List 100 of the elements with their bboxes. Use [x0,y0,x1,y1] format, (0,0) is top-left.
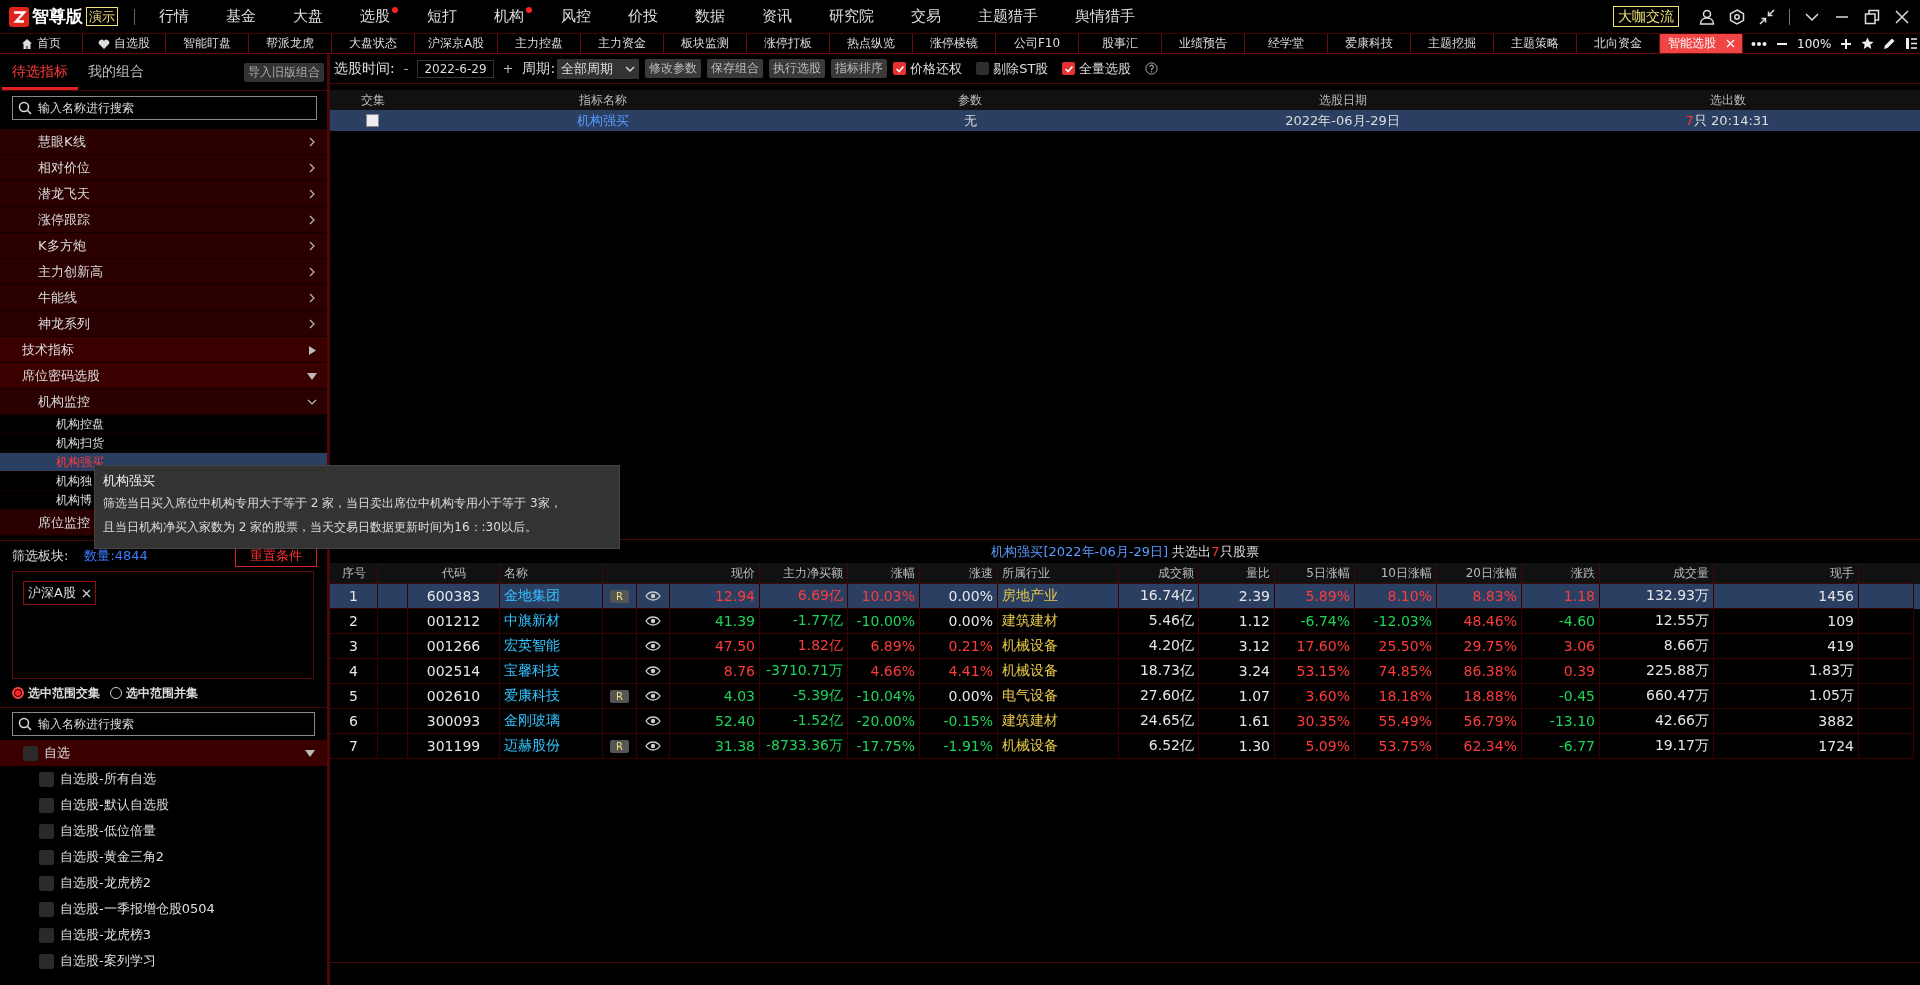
increment-button[interactable]: + [499,61,517,76]
indicator-name[interactable]: 机构强买 [576,111,629,130]
close-icon[interactable] [81,588,91,598]
checkbox[interactable] [39,771,54,787]
tab[interactable]: 主题挖掘 [1411,34,1494,53]
import-button[interactable]: 导入旧版组合 [244,62,324,82]
stock-name[interactable]: 金刚玻璃 [504,712,560,730]
checkbox[interactable] [893,62,907,75]
tree-item[interactable]: 自选股-龙虎榜3 [0,922,327,948]
stock-name[interactable]: 宏英智能 [504,637,560,655]
table-row[interactable]: 机构强买 无 2022年-06月-29日 7只 20:14:31 [330,110,1920,131]
menu-item[interactable]: 主题猎手 [968,7,1048,26]
stock-name[interactable]: 金地集团 [504,587,560,605]
tree-item[interactable]: 自选股-所有自选 [0,766,327,792]
tab[interactable]: 主题策略 [1494,34,1577,53]
tree-item[interactable]: 自选股-黄金三角2 [0,844,327,870]
menu-item[interactable]: 机构 [484,7,534,26]
shrink-icon[interactable] [1759,8,1775,25]
toolbar-button[interactable]: 修改参数 [645,59,702,78]
tab[interactable]: 首页 [0,34,83,53]
panel-tab[interactable]: 我的组合 [78,56,154,90]
tab[interactable]: 爱康科技 [1328,34,1411,53]
star-icon[interactable] [1861,37,1875,50]
table-row[interactable]: 3 001266 宏英智能 47.50 1.82亿 6.89% 0.21% 机械设备 4.20亿 3.12 17.60% 25.50% 29.75% 3.06 8.66万 419 [330,634,1920,659]
toolbar-button[interactable]: 保存组合 [707,59,764,78]
tree-item[interactable]: K多方炮 [0,233,327,259]
radio-option[interactable]: 选中范围交集 [12,684,100,702]
eye-icon[interactable] [645,741,661,751]
tab[interactable]: 沪深京A股 [415,34,498,53]
search-field[interactable]: 输入名称进行搜索 [12,96,317,120]
community-button[interactable]: 大咖交流 [1613,6,1679,27]
tab[interactable]: 自选股 [83,34,166,53]
tag[interactable]: 沪深A股 [23,581,96,605]
checkbox[interactable] [39,797,54,813]
tree-item[interactable]: 机构扫货 [0,434,327,453]
menu-item[interactable]: 短打 [417,7,467,26]
tab[interactable]: 智能选股 [1660,34,1743,53]
tab[interactable]: 热点纵览 [830,34,913,53]
eye-icon[interactable] [645,691,661,701]
tab[interactable]: 板块监测 [664,34,747,53]
tab[interactable]: 涨停棱镜 [913,34,996,53]
menu-item[interactable]: 价投 [618,7,668,26]
tree-item[interactable]: 自选股-一季报增仓股0504 [0,896,327,922]
tree-item[interactable]: 机构控盘 [0,415,327,434]
checkbox[interactable] [366,114,379,127]
period-dropdown[interactable]: 全部周期 [557,58,640,79]
tree-item[interactable]: 慧眼K线 [0,129,327,155]
pencil-icon[interactable] [1883,37,1897,50]
eye-icon[interactable] [645,591,661,601]
restore-icon[interactable] [1864,8,1880,25]
help-icon[interactable] [1145,62,1159,75]
radio-option[interactable]: 选中范围并集 [110,684,198,702]
menu-item[interactable]: 基金 [216,7,266,26]
tree-item[interactable]: 席位密码选股 [0,363,327,389]
tree-item[interactable]: 自选股-低位倍量 [0,818,327,844]
zoom-in-icon[interactable] [1840,37,1853,50]
checkbox[interactable] [976,62,990,75]
tab[interactable]: 主力控盘 [498,34,581,53]
stock-name[interactable]: 迈赫股份 [504,737,560,755]
checkbox[interactable] [1062,62,1076,75]
close-icon[interactable] [1894,8,1910,25]
tree-item[interactable]: 自选股-龙虎榜2 [0,870,327,896]
tree-item[interactable]: 自选股-默认自选股 [0,792,327,818]
stock-name[interactable]: 爱康科技 [504,687,560,705]
tab[interactable]: 经学堂 [1245,34,1328,53]
hexagon-icon[interactable] [1729,8,1745,25]
tab[interactable]: 帮派龙虎 [249,34,332,53]
eye-icon[interactable] [645,716,661,726]
checkbox[interactable] [39,953,54,969]
tree-item[interactable]: 自选股-案列学习 [0,948,327,974]
checkbox[interactable] [39,875,54,891]
tree-item[interactable]: 潜龙飞天 [0,181,327,207]
tree-item[interactable]: 技术指标 [0,337,327,363]
menu-item[interactable]: 选股 [350,7,400,26]
checkbox[interactable] [39,849,54,865]
tab[interactable]: 公司F10 [996,34,1079,53]
tab[interactable]: 业绩预告 [1162,34,1245,53]
tab[interactable]: 股事汇 [1079,34,1162,53]
toolbar-button[interactable]: 指标排序 [831,59,888,78]
eye-icon[interactable] [645,641,661,651]
panel-icon[interactable] [1905,37,1919,50]
tree-item[interactable]: 牛能线 [0,285,327,311]
menu-item[interactable]: 资讯 [752,7,802,26]
tab[interactable]: 大盘状态 [332,34,415,53]
table-row[interactable]: 1 600383 金地集团 R 12.94 6.69亿 10.03% 0.00% 房地产业 16.74亿 2.39 5.89% 8.10% 8.83% 1.18 132.93万 1456 [330,584,1920,609]
tab[interactable]: 智能盯盘 [166,34,249,53]
tree-item[interactable]: 相对价位 [0,155,327,181]
table-row[interactable]: 6 300093 金刚玻璃 52.40 -1.52亿 -20.00% -0.15% 建筑建材 24.65亿 1.61 30.35% 55.49% 56.79% -13.10 42.66万 3882 [330,709,1920,734]
menu-item[interactable]: 大盘 [283,7,333,26]
menu-item[interactable]: 数据 [685,7,735,26]
checkbox[interactable] [39,901,54,917]
tree-item[interactable]: 主力创新高 [0,259,327,285]
tree-item[interactable]: 涨停跟踪 [0,207,327,233]
toolbar-button[interactable]: 执行选股 [769,59,826,78]
eye-icon[interactable] [645,616,661,626]
menu-item[interactable]: 舆情猎手 [1065,7,1145,26]
panel-tab[interactable]: 待选指标 [2,56,78,90]
date-field[interactable]: 2022-6-29 [417,59,494,78]
tree-item[interactable]: 机构监控 [0,389,327,415]
stock-name[interactable]: 中旗新材 [504,612,560,630]
